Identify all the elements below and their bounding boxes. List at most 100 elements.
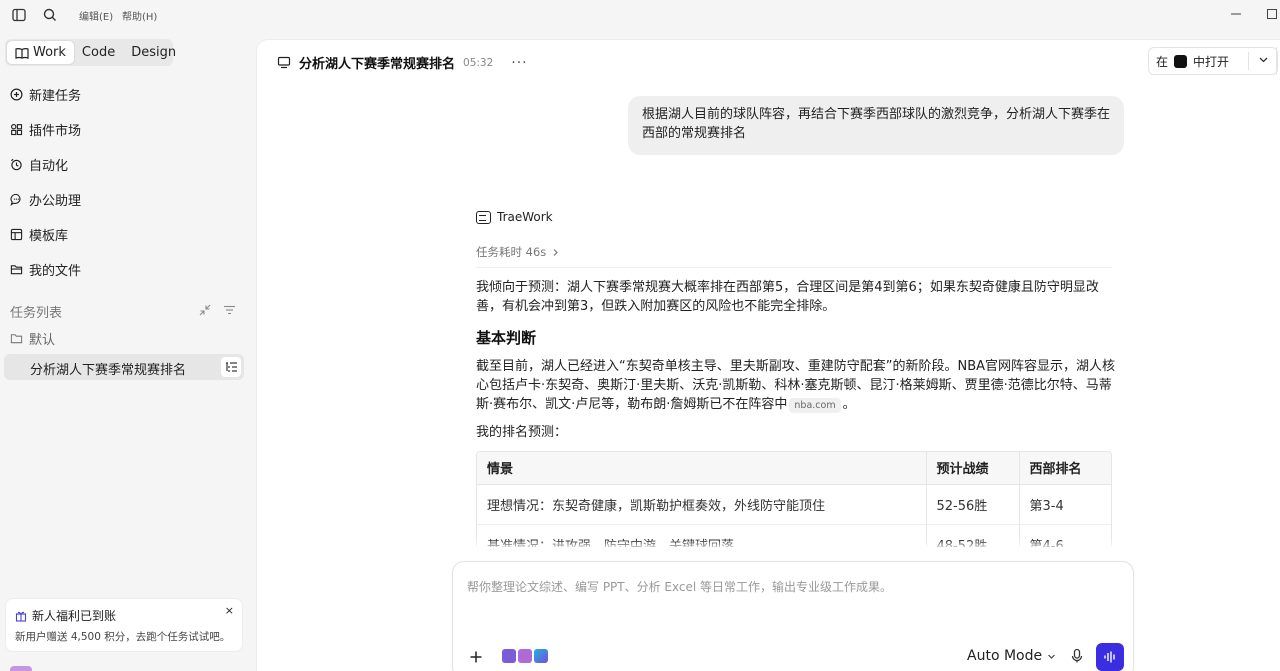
folder-icon	[10, 334, 23, 344]
folder-label: 默认	[29, 333, 56, 348]
sidebar-item-label: 办公助理	[29, 193, 82, 209]
attachment-apps[interactable]	[502, 649, 548, 663]
divider	[1248, 52, 1249, 70]
chat-icon	[10, 193, 21, 206]
microphone-icon[interactable]	[1070, 648, 1084, 668]
prompt-input[interactable]: 帮你整理论文综述、编写 PPT、分析 Excel 等日常工作，输出专业级工作成果…	[467, 578, 892, 595]
avatar[interactable]	[10, 666, 32, 671]
voice-send-button[interactable]	[1096, 643, 1124, 671]
sidebar-item-label: 新建任务	[29, 88, 82, 104]
response-paragraph: 我倾向于预测：湖人下赛季常规赛大概率排在西部第5，合理区间是第4到第6；如果东契…	[476, 280, 1099, 314]
title-bar: 编辑(E) 帮助(H)	[0, 0, 1280, 30]
response-paragraph: 截至目前，湖人已经进入“东契奇单核主导、里夫斯副攻、重建防守配套”的新阶段。NB…	[476, 357, 1116, 414]
design-app-icon[interactable]	[534, 649, 548, 663]
video-app-icon[interactable]	[502, 649, 516, 663]
conversation-header: 分析湖人下赛季常规赛排名 05:32 ···	[277, 53, 528, 72]
template-icon	[10, 228, 23, 240]
sidebar-item-automation[interactable]: 自动化	[10, 153, 68, 175]
mode-design-label: Design	[131, 45, 177, 60]
table-row: 理想情况：东契奇健康，凯斯勒护框奏效，外线防守能顶住 52-56胜 第3-4	[477, 484, 1111, 525]
more-icon[interactable]: ···	[511, 55, 527, 71]
sidebar-item-label: 模板库	[29, 228, 69, 244]
open-in-button[interactable]: 在 中打开	[1148, 47, 1278, 75]
task-list-icon[interactable]	[221, 357, 241, 377]
agent-header: TraeWork	[476, 210, 553, 224]
add-icon[interactable]	[469, 648, 483, 669]
divider	[476, 267, 1112, 268]
sidebar-toggle-icon[interactable]	[11, 7, 27, 23]
table-header: 情景	[477, 452, 926, 485]
task-item-label: 分析湖人下赛季常规赛排名	[30, 363, 187, 378]
user-message: 根据湖人目前的球队阵容，再结合下赛季西部球队的激烈竞争，分析湖人下赛季在西部的常…	[628, 96, 1124, 155]
table-cell: 理想情况：东契奇健康，凯斯勒护框奏效，外线防守能顶住	[477, 484, 926, 525]
agent-name: TraeWork	[497, 210, 553, 224]
sidebar: Work Code Design 新建任务 插件市场 自动化 办公助理 模板库 …	[0, 30, 256, 671]
chevron-down-icon[interactable]	[1258, 54, 1269, 68]
source-chip[interactable]: nba.com	[789, 398, 841, 413]
ranking-table: 情景 预计战绩 西部排名 理想情况：东契奇健康，凯斯勒护框奏效，外线防守能顶住 …	[476, 451, 1112, 547]
promo-title: 新人福利已到账	[32, 609, 117, 623]
scroll-fade	[476, 540, 1116, 550]
mode-design-button[interactable]: Design	[123, 41, 184, 64]
task-duration[interactable]: 任务耗时 46s	[476, 244, 559, 260]
response-heading: 基本判断	[476, 329, 537, 347]
gift-icon	[15, 611, 27, 622]
plus-circle-icon	[10, 88, 23, 100]
mode-selector[interactable]: Auto Mode	[967, 648, 1056, 664]
search-icon[interactable]	[42, 7, 58, 23]
sidebar-item-label: 自动化	[29, 158, 69, 174]
open-in-prefix: 在	[1156, 54, 1169, 69]
main-panel: 分析湖人下赛季常规赛排名 05:32 ··· 在 中打开 根据湖人目前的球队阵容…	[256, 39, 1280, 671]
mode-code-button[interactable]: Code	[74, 41, 123, 64]
mode-work-button[interactable]: Work	[7, 41, 74, 64]
close-icon[interactable]: ×	[225, 604, 234, 617]
folder-icon	[10, 264, 23, 274]
mode-switcher: Work Code Design	[5, 39, 176, 66]
mode-code-label: Code	[81, 45, 116, 60]
conversation-time: 05:32	[463, 56, 494, 69]
monitor-icon	[277, 56, 291, 69]
minimize-icon[interactable]	[1226, 5, 1246, 23]
task-list-title: 任务列表	[10, 306, 63, 321]
open-in-suffix: 中打开	[1193, 54, 1230, 69]
waveform-icon	[1104, 651, 1115, 663]
duration-label: 任务耗时 46s	[476, 245, 547, 259]
collapse-icon[interactable]	[199, 302, 211, 318]
response-paragraph: 我的排名预测：	[476, 425, 568, 440]
mode-label: Auto Mode	[967, 648, 1043, 664]
table-cell: 52-56胜	[925, 484, 1019, 525]
sidebar-item-my-files[interactable]: 我的文件	[10, 258, 81, 280]
sidebar-item-office-assistant[interactable]: 办公助理	[10, 188, 81, 210]
promo-text: 新用户赠送 4,500 积分，去跑个任务试试吧。	[15, 631, 231, 643]
mode-work-label: Work	[33, 45, 66, 60]
alarm-icon	[11, 158, 22, 170]
plugins-icon	[11, 123, 23, 135]
paragraph-text: 。	[842, 397, 856, 412]
book-icon	[15, 47, 29, 59]
sidebar-item-label: 插件市场	[29, 123, 82, 139]
chevron-down-icon	[1048, 654, 1056, 659]
table-header-row: 情景 预计战绩 西部排名	[477, 452, 1111, 485]
sidebar-item-new-task[interactable]: 新建任务	[10, 83, 81, 105]
promo-title-row: 新人福利已到账	[15, 607, 116, 624]
chevron-right-icon	[553, 248, 559, 256]
table-header: 预计战绩	[925, 452, 1019, 485]
app-icon	[1174, 54, 1188, 68]
conversation-title: 分析湖人下赛季常规赛排名	[299, 57, 456, 72]
menu-help[interactable]: 帮助(H)	[122, 8, 157, 23]
menu-edit[interactable]: 编辑(E)	[79, 8, 113, 23]
sidebar-item-templates[interactable]: 模板库	[10, 223, 68, 245]
sidebar-item-plugins[interactable]: 插件市场	[10, 118, 81, 140]
folder-default[interactable]: 默认	[10, 329, 55, 348]
table-cell: 第3-4	[1018, 484, 1111, 525]
traework-logo-icon	[476, 210, 491, 224]
composer: 帮你整理论文综述、编写 PPT、分析 Excel 等日常工作，输出专业级工作成果…	[452, 561, 1134, 671]
image-app-icon[interactable]	[518, 649, 532, 663]
promo-card: 新人福利已到账 新用户赠送 4,500 积分，去跑个任务试试吧。 ×	[5, 598, 243, 652]
edge-strip	[1276, 47, 1280, 75]
sidebar-item-label: 我的文件	[29, 263, 82, 279]
filter-icon[interactable]	[223, 302, 236, 318]
maximize-icon[interactable]	[1262, 5, 1280, 23]
task-item-active[interactable]: 分析湖人下赛季常规赛排名	[4, 354, 244, 380]
table-header: 西部排名	[1018, 452, 1111, 485]
